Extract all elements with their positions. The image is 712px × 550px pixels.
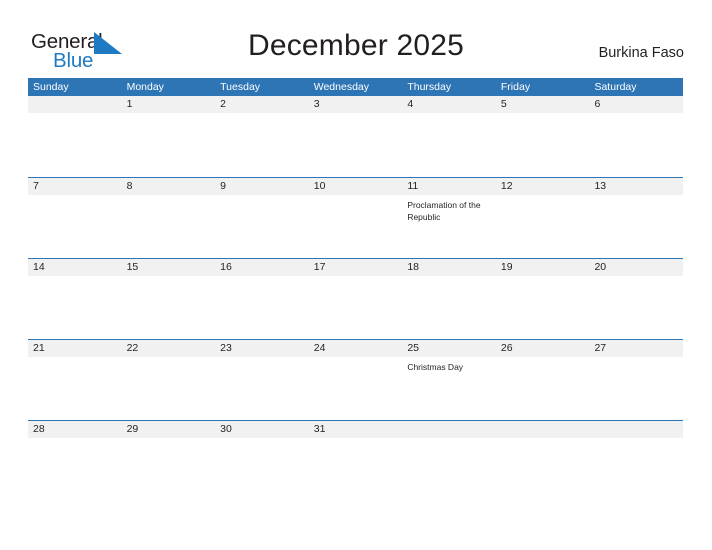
day-number: 17: [313, 261, 326, 273]
day-cell-empty: [402, 421, 496, 502]
day-cell-14[interactable]: 14: [28, 259, 122, 340]
calendar-week-row: 21 22 23 24 25 Christmas Day 26 27: [28, 339, 683, 420]
day-cell-11[interactable]: 11 Proclamation of the Republic: [402, 178, 496, 259]
weekday-header-saturday: Saturday: [594, 81, 637, 93]
day-cell-10[interactable]: 10: [309, 178, 403, 259]
day-cell-13[interactable]: 13: [589, 178, 683, 259]
day-cell-20[interactable]: 20: [589, 259, 683, 340]
holiday-label: Proclamation of the Republic: [407, 200, 481, 222]
day-number: 25: [407, 342, 419, 354]
holiday-label: Christmas Day: [407, 362, 464, 372]
day-cell-23[interactable]: 23: [215, 340, 309, 421]
day-number: 26: [500, 342, 513, 354]
day-cell-8[interactable]: 8: [122, 178, 216, 259]
day-number: 1: [126, 98, 133, 110]
day-cell-5[interactable]: 5: [496, 96, 590, 177]
day-cell-19[interactable]: 19: [496, 259, 590, 340]
day-cell-29[interactable]: 29: [122, 421, 216, 502]
day-number: 29: [126, 423, 139, 435]
weekday-header-monday: Monday: [126, 81, 164, 93]
day-cell-4[interactable]: 4: [402, 96, 496, 177]
calendar-page: General Blue December 2025 Burkina Faso …: [0, 0, 712, 550]
day-number: 10: [313, 180, 326, 192]
day-cell-30[interactable]: 30: [215, 421, 309, 502]
day-number: 6: [594, 98, 601, 110]
day-number: 21: [33, 342, 45, 354]
country-label: Burkina Faso: [598, 45, 684, 61]
day-number: 11: [407, 180, 419, 192]
day-cell-26[interactable]: 26: [496, 340, 590, 421]
day-number: 24: [313, 342, 326, 354]
day-cell-25[interactable]: 25 Christmas Day: [402, 340, 496, 421]
day-number: 13: [594, 180, 607, 192]
weekday-header-row: Sunday Monday Tuesday Wednesday Thursday…: [28, 78, 683, 96]
day-number: 14: [33, 261, 45, 273]
day-cell-18[interactable]: 18: [402, 259, 496, 340]
day-cell-31[interactable]: 31: [309, 421, 403, 502]
day-number: 4: [407, 98, 414, 110]
day-number: 7: [33, 180, 39, 192]
day-number: 5: [500, 98, 507, 110]
calendar-week-row: 7 8 9 10 11 Proclamation of the Republic 12 13: [28, 177, 683, 258]
day-number: 28: [33, 423, 45, 435]
weekday-header-wednesday: Wednesday: [313, 81, 369, 93]
weekday-header-thursday: Thursday: [407, 81, 452, 93]
day-number: 18: [407, 261, 419, 273]
day-cell-21[interactable]: 21: [28, 340, 122, 421]
week-day-cells: 1 2 3 4 5 6: [28, 96, 683, 177]
day-number: 19: [500, 261, 513, 273]
day-cell-7[interactable]: 7: [28, 178, 122, 259]
page-header: General Blue December 2025 Burkina Faso: [0, 0, 712, 78]
weekday-header-sunday: Sunday: [33, 81, 69, 93]
day-number: 20: [594, 261, 607, 273]
day-cell-16[interactable]: 16: [215, 259, 309, 340]
day-number: 9: [220, 180, 226, 192]
day-number: 2: [220, 98, 226, 110]
day-number: 12: [500, 180, 513, 192]
day-number: 27: [594, 342, 607, 354]
calendar-weeks: 1 2 3 4 5 6 7 8 9 10 11 Proclamation of the Republi…: [28, 96, 683, 501]
week-day-cells: 21 22 23 24 25 Christmas Day 26 27: [28, 340, 683, 421]
day-number: 8: [126, 180, 133, 192]
calendar-week-row: 28 29 30 31: [28, 420, 683, 501]
calendar-week-row: 1 2 3 4 5 6: [28, 96, 683, 177]
day-cell-28[interactable]: 28: [28, 421, 122, 502]
day-cell-3[interactable]: 3: [309, 96, 403, 177]
day-cell-27[interactable]: 27: [589, 340, 683, 421]
week-day-cells: 7 8 9 10 11 Proclamation of the Republic 12 13: [28, 178, 683, 259]
day-cell-6[interactable]: 6: [589, 96, 683, 177]
day-number: 30: [220, 423, 232, 435]
day-cell-24[interactable]: 24: [309, 340, 403, 421]
weekday-header-friday: Friday: [500, 81, 531, 93]
day-number: 15: [126, 261, 139, 273]
day-cell-22[interactable]: 22: [122, 340, 216, 421]
day-cell-9[interactable]: 9: [215, 178, 309, 259]
day-number: 23: [220, 342, 232, 354]
day-cell-15[interactable]: 15: [122, 259, 216, 340]
day-cell-1[interactable]: 1: [122, 96, 216, 177]
calendar-grid: Sunday Monday Tuesday Wednesday Thursday…: [28, 78, 683, 501]
week-day-cells: 28 29 30 31: [28, 421, 683, 502]
calendar-week-row: 14 15 16 17 18 19 20: [28, 258, 683, 339]
day-number: 22: [126, 342, 139, 354]
day-cell-2[interactable]: 2: [215, 96, 309, 177]
day-cell-12[interactable]: 12: [496, 178, 590, 259]
week-day-cells: 14 15 16 17 18 19 20: [28, 259, 683, 340]
day-cell-empty: [496, 421, 590, 502]
day-cell-empty: [589, 421, 683, 502]
day-number: 16: [220, 261, 232, 273]
weekday-header-tuesday: Tuesday: [220, 81, 261, 93]
day-number: 31: [313, 423, 326, 435]
day-cell-empty: [28, 96, 122, 177]
day-events: Christmas Day: [407, 357, 496, 374]
day-events: Proclamation of the Republic: [407, 195, 496, 223]
day-cell-17[interactable]: 17: [309, 259, 403, 340]
day-number: 3: [313, 98, 320, 110]
